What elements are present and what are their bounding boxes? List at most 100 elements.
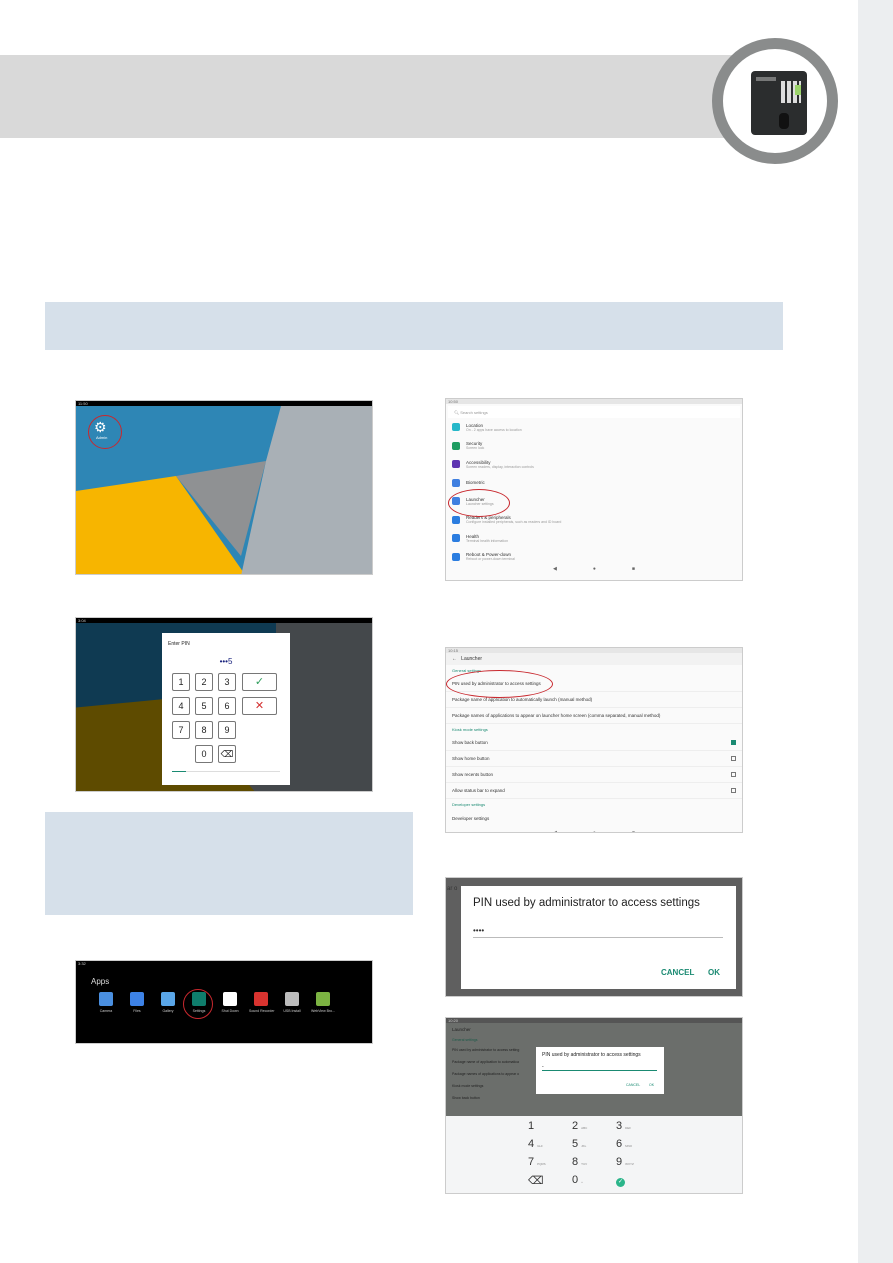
app-icon bbox=[161, 992, 175, 1006]
app-gallery[interactable]: Gallery bbox=[156, 992, 180, 1013]
checkbox[interactable] bbox=[731, 788, 736, 793]
key-letters: WXYZ bbox=[625, 1162, 634, 1166]
app-label: Camera bbox=[99, 1009, 113, 1013]
key-digit: 6 bbox=[616, 1138, 623, 1150]
launcher-setting-row[interactable]: Package names of applications to appear … bbox=[446, 708, 742, 724]
pin-key[interactable]: 7 bbox=[172, 721, 190, 739]
pin-key[interactable]: 8 bbox=[195, 721, 213, 739]
pin-key[interactable]: 4 bbox=[172, 697, 190, 715]
keyboard-key[interactable]: 4 GHI bbox=[528, 1138, 572, 1150]
highlight-circle bbox=[183, 989, 213, 1019]
settings-item-icon bbox=[452, 534, 460, 543]
pin-input[interactable]: •••• bbox=[473, 926, 723, 938]
settings-item-icon bbox=[452, 460, 460, 469]
pin-key[interactable]: 6 bbox=[218, 697, 236, 715]
keyboard-key[interactable]: 3 DEF bbox=[616, 1120, 660, 1132]
pin-key[interactable]: 5 bbox=[195, 697, 213, 715]
settings-item[interactable]: Security Screen lock bbox=[446, 437, 742, 456]
keyboard-key[interactable]: 6 MNO bbox=[616, 1138, 660, 1150]
highlight-circle bbox=[88, 415, 122, 449]
info-box bbox=[45, 812, 413, 915]
keyboard-key[interactable]: 0 + bbox=[572, 1174, 616, 1187]
keyboard-key[interactable]: 1 bbox=[528, 1120, 572, 1132]
settings-item-icon bbox=[452, 423, 460, 432]
pin-input[interactable]: - bbox=[542, 1064, 657, 1071]
kiosk-setting-row[interactable]: Show back button bbox=[446, 735, 742, 751]
key-letters: TUV bbox=[581, 1162, 588, 1166]
app-webview-bro-[interactable]: WebView Bro... bbox=[311, 992, 335, 1013]
backspace-icon[interactable]: ⌫ bbox=[218, 745, 236, 763]
ok-button[interactable]: OK bbox=[649, 1083, 654, 1087]
keyboard-key[interactable]: 8 TUV bbox=[572, 1156, 616, 1168]
checkbox[interactable] bbox=[731, 756, 736, 761]
app-icon bbox=[254, 992, 268, 1006]
app-shut-down[interactable]: Shut Down bbox=[218, 992, 242, 1013]
app-files[interactable]: Files bbox=[125, 992, 149, 1013]
key-digit: 3 bbox=[616, 1120, 623, 1132]
settings-item[interactable]: Health Terminal health information bbox=[446, 529, 742, 548]
section-header: Kiosk mode settings bbox=[452, 727, 488, 732]
home-icon[interactable]: ● bbox=[593, 830, 596, 832]
settings-screenshot: 10:50 🔍︎ Search settings Location On - 2 … bbox=[445, 398, 743, 581]
kiosk-setting-label: Show home button bbox=[452, 756, 490, 761]
settings-item-subtitle: Reboot or power-down terminal bbox=[466, 557, 515, 562]
pin-key[interactable]: 9 bbox=[218, 721, 236, 739]
enter-pin-dialog: Enter PIN •••5 1 2 3 4 5 6 7 8 9 0 ⌫ ✓ ✕ bbox=[162, 633, 290, 785]
home-icon[interactable]: ● bbox=[593, 566, 596, 572]
cancel-button[interactable]: CANCEL bbox=[626, 1083, 640, 1087]
keyboard-key[interactable]: 7 PQRS bbox=[528, 1156, 572, 1168]
key-digit: 9 bbox=[616, 1156, 623, 1168]
highlight-circle bbox=[446, 670, 553, 698]
x-icon[interactable]: ✕ bbox=[242, 697, 277, 715]
back-icon[interactable]: ◀ bbox=[553, 566, 557, 572]
keyboard-key[interactable]: 9 WXYZ bbox=[616, 1156, 660, 1168]
app-icon bbox=[99, 992, 113, 1006]
settings-item-icon bbox=[452, 478, 460, 487]
kiosk-setting-label: Show back button bbox=[452, 740, 488, 745]
kiosk-setting-row[interactable]: Allow status bar to expand bbox=[446, 783, 742, 799]
settings-item[interactable]: Accessibility Screen readers, display, in… bbox=[446, 455, 742, 474]
key-letters: MNO bbox=[625, 1144, 633, 1148]
dialog-title: PIN used by administrator to access sett… bbox=[542, 1052, 641, 1058]
settings-item-icon bbox=[452, 441, 460, 450]
terminal-device-image bbox=[751, 71, 807, 135]
settings-item-icon bbox=[452, 515, 460, 524]
developer-settings-row[interactable]: Developer settings bbox=[446, 810, 742, 826]
ok-button[interactable]: OK bbox=[708, 968, 720, 977]
pin-key[interactable]: 0 bbox=[195, 745, 213, 763]
cancel-button[interactable]: CANCEL bbox=[661, 968, 694, 977]
app-usb-install[interactable]: USB Install bbox=[280, 992, 304, 1013]
search-settings-input[interactable]: 🔍︎ Search settings bbox=[448, 406, 740, 418]
app-sound-recorder[interactable]: Sound Recorder bbox=[249, 992, 275, 1013]
pin-key[interactable]: 2 bbox=[195, 673, 213, 691]
app-label: Shut Down bbox=[221, 1009, 239, 1013]
keyboard-key[interactable]: 5 JKL bbox=[572, 1138, 616, 1150]
recents-icon[interactable]: ■ bbox=[632, 566, 635, 572]
app-icon bbox=[223, 992, 237, 1006]
kiosk-setting-row[interactable]: Show recents button bbox=[446, 767, 742, 783]
settings-item[interactable]: Reboot & Power-down Reboot or power-down … bbox=[446, 548, 742, 567]
keyboard-key[interactable]: ⌫ bbox=[528, 1174, 572, 1187]
settings-item[interactable]: Location On - 2 apps have access to locat… bbox=[446, 418, 742, 437]
check-icon[interactable]: ✓ bbox=[242, 673, 277, 691]
pin-key[interactable]: 3 bbox=[218, 673, 236, 691]
back-arrow-icon[interactable]: ← bbox=[452, 656, 457, 662]
app-label: Gallery bbox=[162, 1009, 174, 1013]
key-digit: ✓ bbox=[616, 1178, 625, 1187]
nav-bar: ◀ ● ■ bbox=[446, 566, 742, 572]
checkbox[interactable] bbox=[731, 740, 736, 745]
keyboard-key[interactable]: ✓ bbox=[616, 1174, 660, 1187]
recents-icon[interactable]: ■ bbox=[632, 830, 635, 832]
app-camera[interactable]: Camera bbox=[94, 992, 118, 1013]
keyboard-key[interactable]: 2 ABC bbox=[572, 1120, 616, 1132]
status-time: 10:50 bbox=[446, 399, 742, 404]
key-digit: 1 bbox=[528, 1120, 535, 1132]
kiosk-setting-row[interactable]: Show home button bbox=[446, 751, 742, 767]
checkbox[interactable] bbox=[731, 772, 736, 777]
back-icon[interactable]: ◀ bbox=[553, 830, 557, 832]
device-badge bbox=[712, 38, 838, 164]
settings-item-title: Biometric bbox=[466, 480, 485, 486]
app-label: Sound Recorder bbox=[249, 1009, 275, 1013]
pin-key[interactable]: 1 bbox=[172, 673, 190, 691]
key-digit: 4 bbox=[528, 1138, 535, 1150]
